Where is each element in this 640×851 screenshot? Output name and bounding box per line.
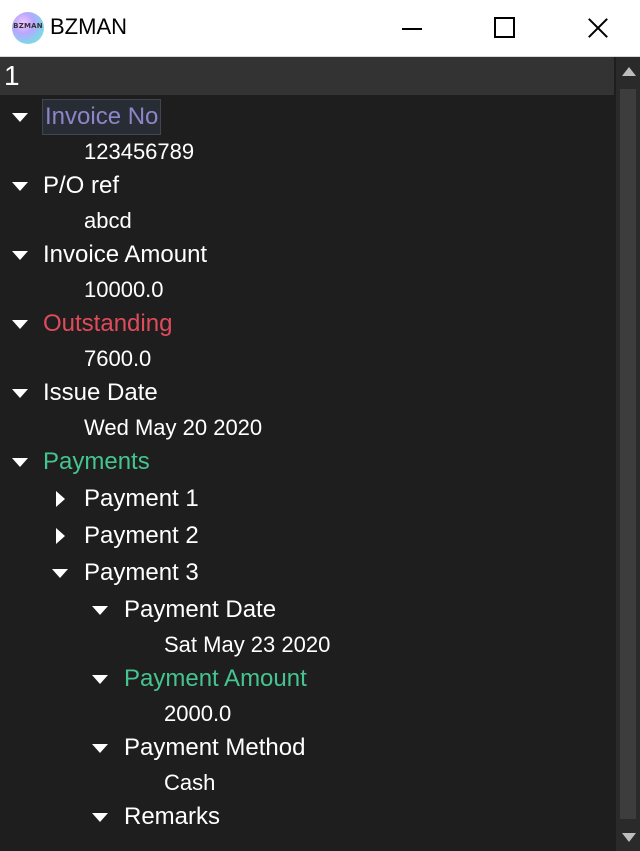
tree-node-payment-3[interactable]: Payment 3 bbox=[0, 556, 614, 590]
expand-arrow-icon[interactable] bbox=[12, 458, 28, 467]
expand-arrow-icon[interactable] bbox=[12, 320, 28, 329]
tree-node-issue-date[interactable]: Issue Date bbox=[0, 376, 614, 410]
expand-arrow-icon[interactable] bbox=[92, 813, 108, 822]
close-button[interactable] bbox=[574, 0, 620, 56]
expand-arrow-icon[interactable] bbox=[92, 744, 108, 753]
tree-node-payment-amount[interactable]: Payment Amount bbox=[0, 662, 614, 696]
vertical-scrollbar[interactable] bbox=[616, 57, 640, 851]
tree-header: 1 bbox=[0, 57, 614, 95]
maximize-button[interactable] bbox=[482, 0, 528, 56]
title-bar: BZMAN BZMAN bbox=[0, 0, 640, 57]
tree-leaf-payment-amount-value[interactable]: 2000.0 bbox=[0, 697, 614, 731]
tree-node-payment-method[interactable]: Payment Method bbox=[0, 731, 614, 765]
tree-leaf-payment-method-value[interactable]: Cash bbox=[0, 766, 614, 800]
invoice-no-value: 123456789 bbox=[84, 139, 195, 164]
payment-1-label: Payment 1 bbox=[84, 485, 199, 512]
expand-arrow-icon[interactable] bbox=[92, 675, 108, 684]
issue-date-value: Wed May 20 2020 bbox=[84, 415, 263, 440]
collapsed-arrow-icon[interactable] bbox=[56, 528, 65, 544]
tree-leaf-po-ref-value[interactable]: abcd bbox=[0, 204, 614, 238]
scroll-up-arrow-icon[interactable] bbox=[622, 67, 636, 76]
tree-leaf-issue-date-value[interactable]: Wed May 20 2020 bbox=[0, 411, 614, 445]
payment-2-label: Payment 2 bbox=[84, 522, 199, 549]
invoice-amount-value: 10000.0 bbox=[84, 277, 164, 302]
tree-node-invoice-amount[interactable]: Invoice Amount bbox=[0, 238, 614, 272]
payment-method-value: Cash bbox=[164, 770, 216, 795]
tree-node-remarks[interactable]: Remarks bbox=[0, 800, 614, 834]
collapsed-arrow-icon[interactable] bbox=[56, 491, 65, 507]
outstanding-value: 7600.0 bbox=[84, 346, 152, 371]
payment-date-label: Payment Date bbox=[124, 596, 277, 623]
outstanding-label: Outstanding bbox=[43, 310, 173, 337]
expand-arrow-icon[interactable] bbox=[92, 606, 108, 615]
app-logo-text: BZMAN bbox=[13, 22, 43, 30]
tree-node-payments[interactable]: Payments bbox=[0, 445, 614, 479]
expand-arrow-icon[interactable] bbox=[12, 182, 28, 191]
tree-leaf-invoice-amount-value[interactable]: 10000.0 bbox=[0, 273, 614, 307]
payment-3-label: Payment 3 bbox=[84, 559, 199, 586]
tree-leaf-outstanding-value[interactable]: 7600.0 bbox=[0, 342, 614, 376]
expand-arrow-icon[interactable] bbox=[12, 389, 28, 398]
tree-node-payment-1[interactable]: Payment 1 bbox=[0, 482, 614, 516]
tree-node-po-ref[interactable]: P/O ref bbox=[0, 169, 614, 203]
expand-arrow-icon[interactable] bbox=[12, 113, 28, 122]
po-ref-value: abcd bbox=[84, 208, 132, 233]
payment-amount-label: Payment Amount bbox=[124, 665, 307, 692]
scroll-thumb[interactable] bbox=[620, 89, 636, 819]
invoice-no-label: Invoice No bbox=[41, 99, 162, 135]
po-ref-label: P/O ref bbox=[43, 172, 120, 199]
tree-leaf-invoice-no-value[interactable]: 123456789 bbox=[0, 135, 614, 169]
scroll-down-arrow-icon[interactable] bbox=[622, 833, 636, 842]
payments-label: Payments bbox=[43, 448, 150, 475]
tree-node-invoice-no[interactable]: Invoice No bbox=[0, 99, 614, 135]
tree-leaf-payment-date-value[interactable]: Sat May 23 2020 bbox=[0, 628, 614, 662]
expand-arrow-icon[interactable] bbox=[12, 251, 28, 260]
minimize-button[interactable] bbox=[390, 0, 436, 56]
expand-arrow-icon[interactable] bbox=[52, 569, 68, 578]
tree-node-outstanding[interactable]: Outstanding bbox=[0, 307, 614, 341]
payment-method-label: Payment Method bbox=[124, 734, 306, 761]
payment-amount-value: 2000.0 bbox=[164, 701, 232, 726]
remarks-label: Remarks bbox=[124, 803, 221, 830]
app-logo: BZMAN bbox=[12, 12, 44, 44]
tree-node-payment-date[interactable]: Payment Date bbox=[0, 593, 614, 627]
issue-date-label: Issue Date bbox=[43, 379, 158, 406]
payment-date-value: Sat May 23 2020 bbox=[164, 632, 331, 657]
window-title: BZMAN bbox=[50, 14, 127, 39]
invoice-amount-label: Invoice Amount bbox=[43, 241, 208, 268]
tree-node-payment-2[interactable]: Payment 2 bbox=[0, 519, 614, 553]
